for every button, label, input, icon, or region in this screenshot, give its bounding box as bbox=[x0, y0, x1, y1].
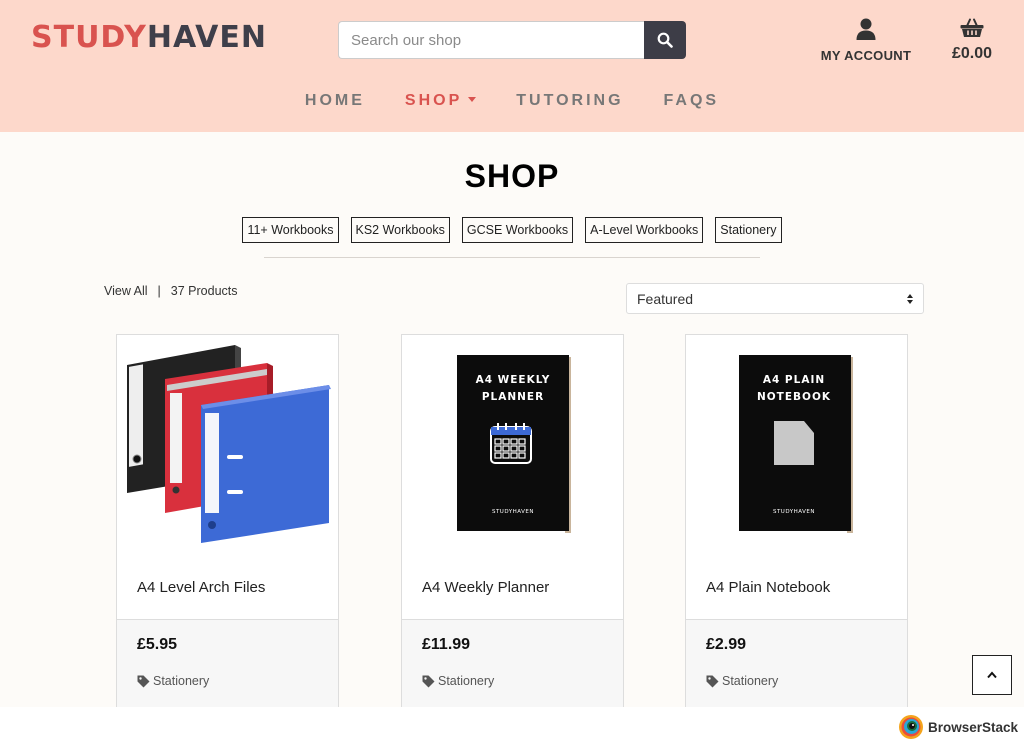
product-category-label: Stationery bbox=[722, 674, 779, 688]
separator: | bbox=[157, 284, 161, 298]
user-icon bbox=[856, 18, 876, 40]
product-footer: £2.99 Stationery bbox=[686, 619, 907, 715]
product-footer: £11.99 Stationery bbox=[402, 619, 623, 715]
product-category[interactable]: Stationery bbox=[422, 674, 494, 688]
sort-select-value: Featured bbox=[637, 290, 694, 307]
cover-title-line1: A4 PLAIN bbox=[763, 374, 825, 386]
category-11plus-workbooks[interactable]: 11+ Workbooks bbox=[242, 217, 339, 243]
cart-link[interactable]: £0.00 bbox=[944, 18, 1000, 63]
nav-home[interactable]: HOME bbox=[305, 92, 365, 110]
product-category-label: Stationery bbox=[153, 674, 210, 688]
product-category-label: Stationery bbox=[438, 674, 495, 688]
product-summary: View All | 37 Products bbox=[104, 284, 238, 298]
product-price: £11.99 bbox=[422, 636, 471, 653]
logo-part-haven: HAVEN bbox=[146, 20, 267, 55]
my-account-label: MY ACCOUNT bbox=[820, 48, 912, 63]
category-ks2-workbooks[interactable]: KS2 Workbooks bbox=[350, 217, 450, 243]
chevron-up-icon bbox=[987, 671, 997, 679]
tag-icon bbox=[422, 675, 435, 687]
browserstack-bar bbox=[0, 707, 1024, 746]
page-title: SHOP bbox=[464, 158, 560, 194]
search-input[interactable] bbox=[338, 21, 644, 59]
page-icon bbox=[774, 421, 814, 465]
main-nav: HOME SHOP TUTORING FAQS bbox=[0, 92, 1024, 110]
browserstack-logo-icon bbox=[899, 715, 923, 739]
product-footer: £5.95 Stationery bbox=[117, 619, 338, 715]
my-account-link[interactable]: MY ACCOUNT bbox=[820, 18, 912, 63]
cover-title-line1: A4 WEEKLY bbox=[476, 374, 551, 386]
product-image-arch-files bbox=[127, 345, 331, 543]
product-card[interactable]: A4 WEEKLY PLANNER STUDYHAVEN A4 Weekly P… bbox=[401, 334, 624, 715]
cover-brand: STUDYHAVEN bbox=[492, 509, 534, 515]
select-arrows-icon bbox=[907, 293, 913, 304]
category-gcse-workbooks[interactable]: GCSE Workbooks bbox=[461, 217, 574, 243]
sort-select[interactable]: Featured bbox=[626, 283, 924, 314]
logo-part-study: STUDY bbox=[31, 20, 147, 55]
product-name[interactable]: A4 Weekly Planner bbox=[422, 579, 549, 596]
tag-icon bbox=[706, 675, 719, 687]
product-price: £2.99 bbox=[706, 636, 747, 653]
search-button[interactable] bbox=[644, 21, 686, 59]
browserstack-label: BrowserStack bbox=[928, 719, 1019, 735]
product-category[interactable]: Stationery bbox=[706, 674, 778, 688]
product-image-weekly-planner: A4 WEEKLY PLANNER STUDYHAVEN bbox=[457, 355, 571, 533]
product-image-plain-notebook: A4 PLAIN NOTEBOOK STUDYHAVEN bbox=[739, 355, 853, 533]
nav-shop[interactable]: SHOP bbox=[404, 92, 477, 110]
nav-tutoring[interactable]: TUTORING bbox=[516, 92, 623, 110]
cart-total: £0.00 bbox=[951, 45, 993, 62]
category-stationery[interactable]: Stationery bbox=[715, 217, 782, 243]
cover-brand: STUDYHAVEN bbox=[773, 509, 815, 515]
category-alevel-workbooks[interactable]: A-Level Workbooks bbox=[585, 217, 704, 243]
product-card[interactable]: A4 PLAIN NOTEBOOK STUDYHAVEN A4 Plain No… bbox=[685, 334, 908, 715]
back-to-top-button[interactable] bbox=[972, 655, 1012, 695]
nav-faqs[interactable]: FAQS bbox=[664, 92, 720, 110]
product-count: 37 Products bbox=[170, 284, 238, 298]
search-form bbox=[338, 21, 686, 59]
cover-title-line2: NOTEBOOK bbox=[757, 391, 831, 403]
product-name[interactable]: A4 Plain Notebook bbox=[706, 579, 830, 596]
tag-icon bbox=[137, 675, 150, 687]
product-price: £5.95 bbox=[137, 636, 178, 653]
browserstack-badge: BrowserStack bbox=[898, 714, 1018, 740]
product-category[interactable]: Stationery bbox=[137, 674, 209, 688]
product-card[interactable]: A4 Level Arch Files £5.95 Stationery bbox=[116, 334, 339, 715]
search-icon bbox=[657, 32, 673, 48]
chevron-down-icon bbox=[468, 97, 477, 102]
basket-icon bbox=[960, 18, 984, 37]
view-all-link[interactable]: View All bbox=[104, 284, 148, 298]
cover-title-line2: PLANNER bbox=[482, 391, 544, 403]
site-logo[interactable]: STUDYHAVEN bbox=[31, 20, 267, 55]
product-name[interactable]: A4 Level Arch Files bbox=[137, 579, 265, 596]
nav-shop-label: SHOP bbox=[404, 92, 463, 109]
site-header: STUDYHAVEN MY ACCOUNT £0.00 HOME bbox=[0, 0, 1024, 132]
category-filters: 11+ Workbooks KS2 Workbooks GCSE Workboo… bbox=[0, 217, 1024, 243]
divider bbox=[264, 257, 760, 258]
